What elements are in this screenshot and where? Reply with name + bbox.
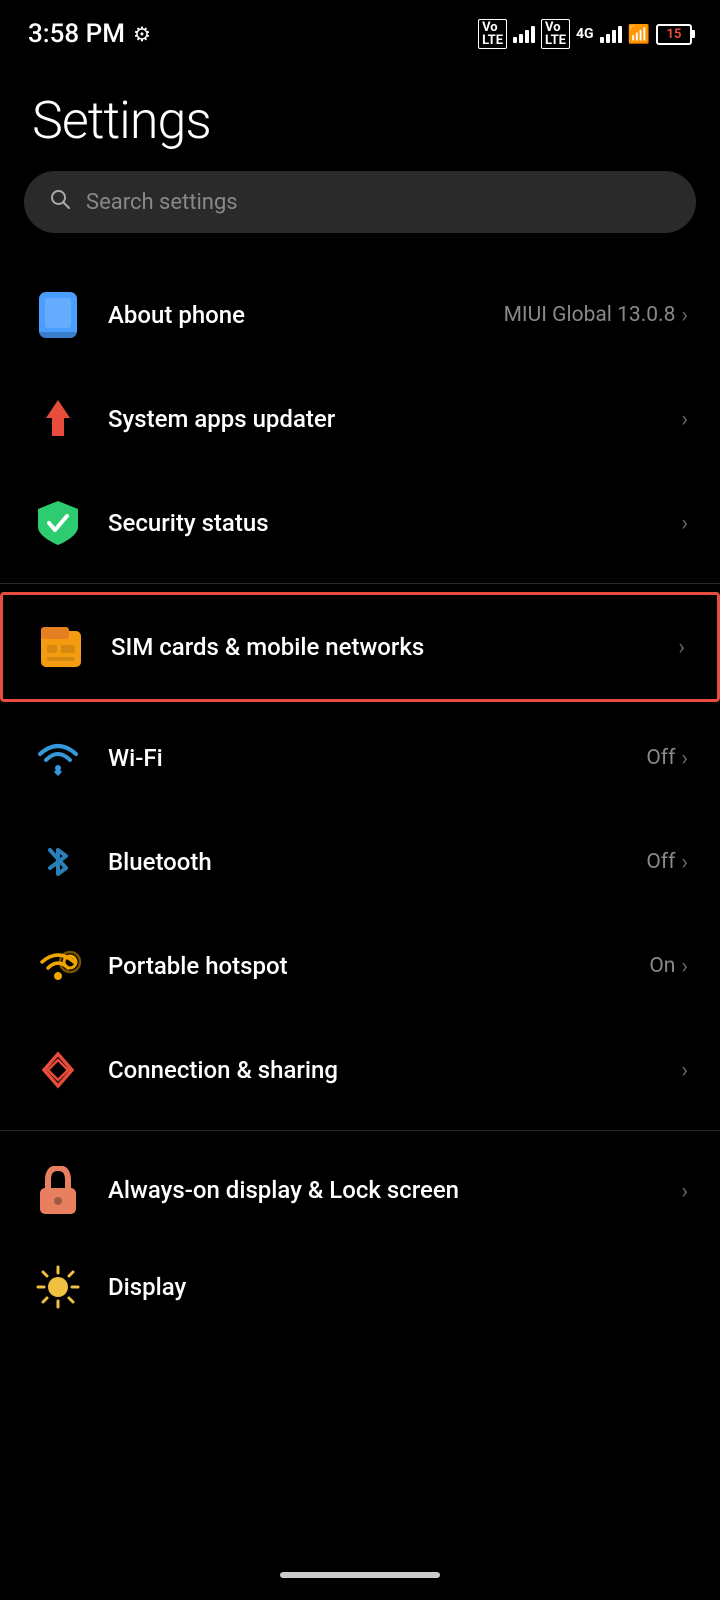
settings-gear-icon: ⚙ xyxy=(133,22,151,46)
hotspot-content: Portable hotspot xyxy=(108,952,649,980)
divider-1 xyxy=(0,583,720,584)
connection-content: Connection & sharing xyxy=(108,1056,681,1084)
display-content: Display xyxy=(108,1273,688,1301)
bottom-nav xyxy=(0,1550,720,1600)
display-item[interactable]: Display xyxy=(0,1243,720,1331)
signal1-bars xyxy=(513,25,535,43)
wifi-label: Wi-Fi xyxy=(108,744,646,772)
sim-cards-label: SIM cards & mobile networks xyxy=(111,633,678,661)
bluetooth-chevron: › xyxy=(681,850,688,875)
security-status-chevron: › xyxy=(681,511,688,536)
sim-cards-chevron: › xyxy=(678,635,685,660)
hotspot-chevron: › xyxy=(681,954,688,979)
bluetooth-icon xyxy=(32,836,84,888)
wifi-content: Wi-Fi xyxy=(108,744,646,772)
system-apps-label: System apps updater xyxy=(108,405,681,433)
security-status-content: Security status xyxy=(108,509,681,537)
system-apps-content: System apps updater xyxy=(108,405,681,433)
system-apps-updater-item[interactable]: System apps updater › xyxy=(0,367,720,471)
about-phone-subtitle: MIUI Global 13.0.8 xyxy=(504,303,676,327)
wifi-chevron: › xyxy=(681,746,688,771)
connection-sharing-item[interactable]: Connection & sharing › xyxy=(0,1018,720,1122)
4g-icon: 4G xyxy=(576,26,594,42)
about-phone-chevron: › xyxy=(681,303,688,328)
connection-right: › xyxy=(681,1058,688,1083)
bluetooth-content: Bluetooth xyxy=(108,848,646,876)
time-text: 3:58 PM xyxy=(28,19,125,49)
security-status-right: › xyxy=(681,511,688,536)
search-placeholder: Search settings xyxy=(86,190,238,215)
wifi-status: Off xyxy=(646,746,675,770)
hotspot-status: On xyxy=(649,954,675,978)
about-phone-label: About phone xyxy=(108,301,504,329)
wifi-right: Off › xyxy=(646,746,688,771)
shield-icon xyxy=(32,497,84,549)
sim-cards-item[interactable]: SIM cards & mobile networks › xyxy=(0,592,720,702)
divider-2 xyxy=(0,1130,720,1131)
sim-cards-right: › xyxy=(678,635,685,660)
always-on-display-chevron: › xyxy=(681,1179,688,1204)
display-icon xyxy=(32,1261,84,1313)
connection-label: Connection & sharing xyxy=(108,1056,681,1084)
display-label: Display xyxy=(108,1273,688,1301)
volte2-icon: VoLTE xyxy=(541,19,570,49)
connection-chevron: › xyxy=(681,1058,688,1083)
security-status-item[interactable]: Security status › xyxy=(0,471,720,575)
search-bar[interactable]: Search settings xyxy=(24,171,696,233)
hotspot-right: On › xyxy=(649,954,688,979)
search-icon xyxy=(48,187,72,217)
connection-icon xyxy=(32,1044,84,1096)
signal2-bars xyxy=(600,25,622,43)
sim-cards-content: SIM cards & mobile networks xyxy=(111,633,678,661)
wifi-status-icon: 📶 xyxy=(628,24,650,45)
bluetooth-label: Bluetooth xyxy=(108,848,646,876)
home-indicator[interactable] xyxy=(280,1572,440,1578)
battery-icon: 15 xyxy=(656,24,692,45)
always-on-display-content: Always-on display & Lock screen xyxy=(108,1175,681,1206)
hotspot-item[interactable]: Portable hotspot On › xyxy=(0,914,720,1018)
security-status-label: Security status xyxy=(108,509,681,537)
bluetooth-status: Off xyxy=(646,850,675,874)
about-phone-content: About phone xyxy=(108,301,504,329)
always-on-display-right: › xyxy=(681,1179,688,1204)
update-icon xyxy=(32,393,84,445)
hotspot-icon xyxy=(32,940,84,992)
battery-level: 15 xyxy=(667,27,682,42)
sim-icon xyxy=(35,621,87,673)
bluetooth-right: Off › xyxy=(646,850,688,875)
always-on-display-item[interactable]: Always-on display & Lock screen › xyxy=(0,1139,720,1243)
wifi-item[interactable]: Wi-Fi Off › xyxy=(0,706,720,810)
about-phone-right: MIUI Global 13.0.8 › xyxy=(504,303,688,328)
status-time: 3:58 PM ⚙ xyxy=(28,19,151,49)
wifi-icon xyxy=(32,732,84,784)
hotspot-label: Portable hotspot xyxy=(108,952,649,980)
system-apps-chevron: › xyxy=(681,407,688,432)
system-apps-right: › xyxy=(681,407,688,432)
status-icons: VoLTE VoLTE 4G 📶 15 xyxy=(478,19,692,49)
phone-icon xyxy=(32,289,84,341)
about-phone-item[interactable]: About phone MIUI Global 13.0.8 › xyxy=(0,263,720,367)
always-on-display-label: Always-on display & Lock screen xyxy=(108,1175,681,1206)
bluetooth-item[interactable]: Bluetooth Off › xyxy=(0,810,720,914)
volte1-icon: VoLTE xyxy=(478,19,507,49)
page-title: Settings xyxy=(0,60,720,171)
status-bar: 3:58 PM ⚙ VoLTE VoLTE 4G 📶 15 xyxy=(0,0,720,60)
lock-icon xyxy=(32,1165,84,1217)
